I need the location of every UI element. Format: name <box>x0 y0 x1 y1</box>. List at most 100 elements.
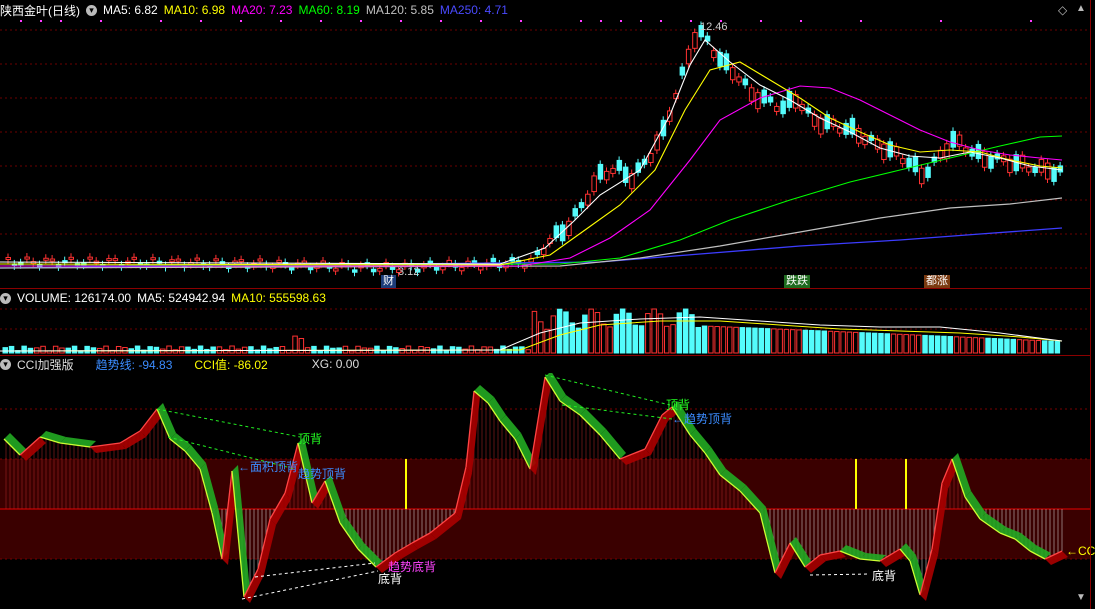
candle <box>616 159 623 171</box>
cci-bottom-divergence-label: 底背 <box>378 572 403 586</box>
volume-bar <box>153 346 160 354</box>
volume-bar <box>865 332 872 354</box>
event-tag-diedie[interactable]: 跌跌 <box>784 275 810 288</box>
cci-ribbon <box>690 429 711 453</box>
volume-bar <box>796 329 802 354</box>
candle <box>194 257 200 261</box>
volume-bar <box>191 348 197 354</box>
candle <box>912 156 919 173</box>
volume-bar <box>916 334 922 354</box>
cci-trend-line: 趋势线: -94.83 <box>95 357 173 372</box>
event-tag-cai[interactable]: 财 <box>381 275 396 288</box>
volume-bar <box>166 345 172 354</box>
signal-dot <box>580 20 582 22</box>
volume-bar <box>311 345 317 354</box>
candle <box>742 78 749 86</box>
volume-chart[interactable] <box>0 289 1090 355</box>
signal-dot <box>690 20 692 22</box>
volume-bar <box>638 325 645 354</box>
volume-bar <box>279 346 286 354</box>
signal-dot <box>940 20 942 22</box>
price-chart[interactable] <box>0 0 1090 288</box>
candle <box>307 267 314 271</box>
cci-xg: XG: 0.00 <box>311 357 360 371</box>
candle <box>490 257 497 263</box>
signal-dot <box>860 20 862 22</box>
volume-bar <box>947 336 953 354</box>
volume-bar <box>1054 340 1061 354</box>
volume-bar <box>790 329 796 354</box>
volume-bar <box>185 346 191 354</box>
candle <box>43 257 49 261</box>
signal-dot <box>640 20 642 22</box>
volume-bar <box>563 311 569 354</box>
candle <box>1019 154 1026 169</box>
volume-bar <box>178 346 185 354</box>
signal-dot <box>660 20 662 22</box>
candle <box>49 258 56 262</box>
volume-bar <box>695 326 701 354</box>
volume-bar <box>733 326 739 354</box>
candle <box>988 155 994 169</box>
volume-bar <box>909 334 916 354</box>
volume-bar <box>727 326 733 354</box>
cci-title[interactable]: CCI加强版 <box>17 356 74 373</box>
cci-chart[interactable] <box>0 373 1090 609</box>
volume-bar <box>878 332 884 354</box>
candle <box>377 268 383 272</box>
candle <box>1032 167 1038 174</box>
cci-bottom-divergence-label-2: 底背 <box>872 569 897 583</box>
candle <box>723 53 730 71</box>
volume-bar <box>248 346 254 354</box>
volume-bar <box>52 345 59 354</box>
candle <box>711 50 717 59</box>
volume-bar <box>979 337 985 354</box>
candle <box>578 202 585 209</box>
volume-bar <box>827 330 834 354</box>
candle <box>289 267 295 271</box>
candle <box>774 105 780 112</box>
volume-bar <box>897 333 903 354</box>
volume-bar <box>607 326 613 354</box>
volume-bar <box>342 345 349 354</box>
volume-bar <box>2 347 8 354</box>
cci-settings-icon[interactable]: ▾ <box>0 358 11 370</box>
candle <box>755 92 761 110</box>
volume-bar <box>210 346 216 354</box>
volume-bar <box>399 348 405 354</box>
volume-bar <box>1023 339 1029 354</box>
volume-bar <box>588 308 594 354</box>
signal-dot <box>760 20 762 22</box>
signal-dot <box>40 20 42 22</box>
volume-bar <box>884 333 890 354</box>
signal-dot <box>20 20 22 22</box>
candle <box>68 256 74 260</box>
volume-bar <box>405 345 412 354</box>
volume-bar <box>235 348 242 354</box>
volume-bar <box>777 328 783 354</box>
cci-top-divergence-label: 顶背 <box>298 432 323 446</box>
volume-bar <box>538 321 544 354</box>
candle <box>1051 167 1057 182</box>
volume-bar <box>71 345 78 354</box>
volume-bar <box>783 328 790 354</box>
signal-dot <box>600 20 602 22</box>
volume-bar <box>1010 338 1016 354</box>
volume-bar <box>664 325 670 354</box>
volume-bar <box>575 327 582 354</box>
scroll-down-icon[interactable]: ▼ <box>1076 592 1086 603</box>
volume-bar <box>739 327 746 354</box>
volume-bar <box>972 337 979 354</box>
candle <box>900 158 906 165</box>
cci-ribbon <box>645 415 668 455</box>
volume-bar <box>430 348 437 354</box>
volume-bar <box>1048 340 1054 354</box>
volume-bar <box>197 345 204 354</box>
volume-bar <box>468 345 475 354</box>
volume-bar <box>569 322 575 354</box>
volume-bar <box>985 337 991 354</box>
event-tag-zhangzhang[interactable]: 都涨 <box>924 275 950 288</box>
volume-bar <box>808 329 815 354</box>
cci-value: CCI值: -86.02 <box>194 357 268 372</box>
candle <box>679 66 686 76</box>
